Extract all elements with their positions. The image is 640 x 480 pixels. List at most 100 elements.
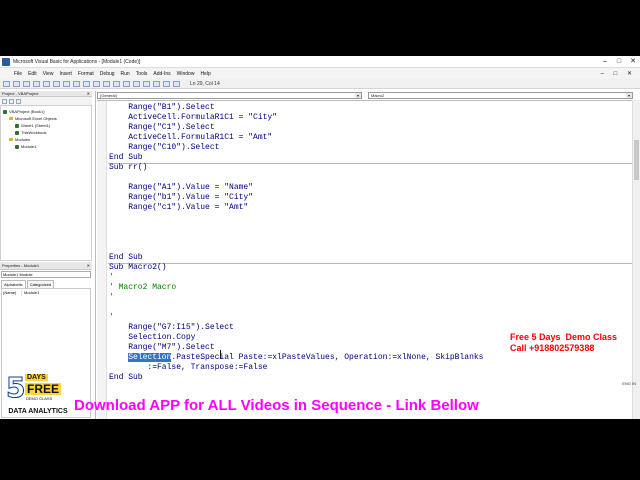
procedure-separator — [108, 163, 632, 164]
code-editor[interactable]: Range("B1").Select ActiveCell.FormulaR1C… — [97, 100, 632, 419]
project-icon — [3, 109, 7, 114]
code-line[interactable]: End Sub — [109, 253, 143, 263]
code-line[interactable]: Sub Macro2() — [109, 263, 167, 273]
toolbox-icon[interactable] — [163, 80, 170, 87]
tree-item-sheet1[interactable]: Sheet1 (Sheet1) — [15, 123, 50, 128]
menu-format[interactable]: Format — [78, 71, 94, 77]
code-line[interactable]: Range("b1").Value = "City" — [109, 193, 253, 203]
demo-class-badge: 5 DAYS FREE DEMO CLASS DATA ANALYTICS — [3, 372, 73, 419]
object-combo[interactable]: (General) ▾ — [97, 92, 362, 99]
comment-line[interactable]: ' — [109, 313, 114, 323]
comment-line[interactable]: ' — [109, 293, 114, 303]
code-line-selected[interactable]: Selection.PasteSpecial Paste:=xlPasteVal… — [109, 353, 483, 363]
properties-object-select[interactable]: Module1 Module — [1, 271, 91, 278]
child-window-controls[interactable]: – □ ✕ — [601, 70, 640, 77]
code-line[interactable]: Range("G7:I15").Select — [109, 323, 234, 333]
code-line[interactable]: ActiveCell.FormulaR1C1 = "Amt" — [109, 133, 272, 143]
badge-org: DATA ANALYTICS — [3, 407, 73, 416]
comment-line[interactable]: ' — [109, 273, 114, 283]
cut-icon[interactable] — [33, 80, 40, 87]
property-value[interactable]: Module1 — [22, 290, 39, 296]
menu-insert[interactable]: Insert — [59, 71, 72, 77]
code-line[interactable]: Range("A1").Value = "Name" — [109, 183, 253, 193]
view-object-icon[interactable] — [9, 98, 14, 104]
sheet-icon — [15, 123, 19, 128]
margin-indicator-bar[interactable] — [97, 101, 107, 419]
code-line[interactable]: Range("M7").Select — [109, 343, 214, 353]
tree-item-modules[interactable]: Modules — [9, 137, 30, 142]
selected-text[interactable]: Selection — [128, 353, 172, 362]
menu-file[interactable]: File — [14, 71, 22, 77]
code-line[interactable]: Sub rr() — [109, 163, 147, 173]
save-icon[interactable] — [23, 80, 30, 87]
tree-item-excel-objects[interactable]: Microsoft Excel Objects — [9, 116, 57, 121]
view-excel-icon[interactable] — [3, 80, 10, 87]
tree-item-label: ThisWorkbook — [21, 130, 47, 135]
tab-alphabetic[interactable]: Alphabetic — [1, 280, 26, 288]
project-pane-title: Project - VBAProject — [2, 91, 39, 96]
properties-pane-close-icon[interactable]: ✕ — [87, 262, 90, 270]
tree-item-label: Module1 — [21, 144, 37, 149]
tab-categorized[interactable]: Categorized — [26, 280, 55, 288]
properties-tabs: Alphabetic Categorized — [1, 280, 91, 288]
menu-tools[interactable]: Tools — [136, 71, 148, 77]
toggle-folders-icon[interactable] — [16, 98, 21, 104]
code-line[interactable]: ActiveCell.FormulaR1C1 = "City" — [109, 113, 277, 123]
menu-window[interactable]: Window — [177, 71, 195, 77]
close-button[interactable]: ✕ — [626, 56, 640, 68]
title-bar: Microsoft Visual Basic for Applications … — [0, 56, 640, 68]
break-icon[interactable] — [103, 80, 110, 87]
comment-line[interactable]: ' Macro2 Macro — [109, 283, 176, 293]
window-title: Microsoft Visual Basic for Applications … — [13, 58, 141, 65]
minimize-button[interactable]: – — [598, 56, 612, 68]
properties-window-icon[interactable] — [143, 80, 150, 87]
workbook-icon — [15, 130, 19, 135]
design-mode-icon[interactable] — [123, 80, 130, 87]
property-row-name[interactable]: (Name) Module1 — [2, 290, 90, 296]
menu-view[interactable]: View — [43, 71, 54, 77]
view-code-icon[interactable] — [2, 98, 7, 104]
menu-edit[interactable]: Edit — [28, 71, 37, 77]
text-cursor — [220, 350, 221, 359]
system-tray: ENG IN — [622, 381, 636, 386]
project-tree: VBAProject (Book1) Microsoft Excel Objec… — [0, 105, 92, 261]
maximize-button[interactable]: □ — [612, 56, 626, 68]
menu-addins[interactable]: Add-Ins — [153, 71, 170, 77]
menu-debug[interactable]: Debug — [100, 71, 115, 77]
code-line[interactable]: Range("C10").Select — [109, 143, 219, 153]
code-window: (General) ▾ Macro2 ▾ Range("B1").Select … — [95, 91, 640, 419]
code-line[interactable]: Range("B1").Select — [109, 103, 214, 113]
undo-icon[interactable] — [73, 80, 80, 87]
insert-module-icon[interactable] — [13, 80, 20, 87]
menu-help[interactable]: Help — [200, 71, 210, 77]
promo-text: Free 5 Days Demo Class Call +91880257938… — [510, 332, 618, 353]
run-icon[interactable] — [93, 80, 100, 87]
chevron-down-icon[interactable]: ▾ — [355, 93, 361, 98]
find-icon[interactable] — [63, 80, 70, 87]
code-line[interactable]: End Sub — [109, 153, 143, 163]
code-line[interactable]: Range("C1").Select — [109, 123, 214, 133]
code-line[interactable]: :=False, Transpose:=False — [109, 363, 267, 373]
copy-icon[interactable] — [43, 80, 50, 87]
tree-item-module1[interactable]: Module1 — [15, 144, 36, 149]
code-line[interactable]: Range("c1").Value = "Amt" — [109, 203, 248, 213]
paste-icon[interactable] — [53, 80, 60, 87]
help-icon[interactable] — [173, 80, 180, 87]
tree-item-vbaproject[interactable]: VBAProject (Book1) — [3, 109, 45, 114]
scrollbar-thumb[interactable] — [634, 140, 639, 180]
tree-item-thisworkbook[interactable]: ThisWorkbook — [15, 130, 47, 135]
menu-run[interactable]: Run — [121, 71, 130, 77]
reset-icon[interactable] — [113, 80, 120, 87]
chevron-down-icon[interactable]: ▾ — [626, 93, 632, 98]
tree-item-label: Modules — [15, 137, 31, 142]
project-explorer-icon[interactable] — [133, 80, 140, 87]
properties-pane-header: Properties - Module1 ✕ — [0, 262, 92, 270]
redo-icon[interactable] — [83, 80, 90, 87]
code-vertical-scrollbar[interactable] — [632, 100, 640, 419]
code-line[interactable]: End Sub — [109, 373, 143, 383]
property-key: (Name) — [2, 290, 22, 296]
standard-toolbar: Ln 29, Col 14 — [0, 79, 640, 89]
code-line[interactable]: Selection.Copy — [109, 333, 195, 343]
procedure-combo[interactable]: Macro2 ▾ — [368, 92, 633, 99]
object-browser-icon[interactable] — [153, 80, 160, 87]
